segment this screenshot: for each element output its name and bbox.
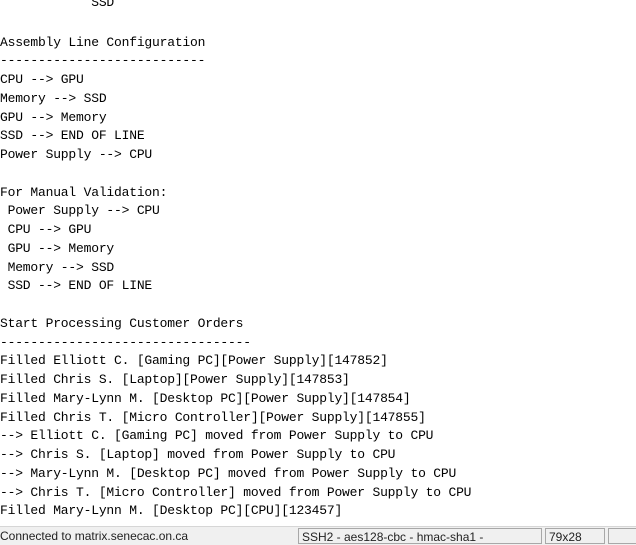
terminal-line: Filled Mary-Lynn M. [Desktop PC][CPU][12…	[0, 503, 343, 518]
terminal-line: --> Chris S. [Laptop] moved from Power S…	[0, 447, 396, 462]
terminal-line: For Manual Validation:	[0, 185, 168, 200]
terminal-line: GPU --> Memory	[0, 110, 107, 125]
terminal-line: Start Processing Customer Orders	[0, 316, 244, 331]
terminal-line: Power Supply --> CPU	[0, 147, 153, 162]
terminal-line: SSD --> END OF LINE	[0, 278, 153, 293]
terminal-line: SSD	[0, 0, 115, 10]
status-pane-extra	[608, 528, 636, 544]
terminal-line: Power Supply --> CPU	[0, 203, 160, 218]
connection-status: Connected to matrix.senecac.on.ca	[0, 529, 189, 543]
terminal-line: CPU --> GPU	[0, 72, 84, 87]
terminal-line: Filled Mary-Lynn M. [Desktop PC][Power S…	[0, 391, 411, 406]
terminal-size: 79x28	[545, 528, 605, 544]
terminal-line: ---------------------------------	[0, 335, 251, 350]
terminal-line: SSD --> END OF LINE	[0, 128, 145, 143]
terminal-line: Memory --> SSD	[0, 91, 107, 106]
terminal-line: Memory --> SSD	[0, 260, 115, 275]
terminal-line: GPU --> Memory	[0, 241, 115, 256]
terminal-line: ---------------------------	[0, 53, 206, 68]
status-bar: Connected to matrix.senecac.on.ca SSH2 -…	[0, 526, 636, 545]
terminal-line: --> Chris T. [Micro Controller] moved fr…	[0, 485, 472, 500]
terminal-line: Filled Elliott C. [Gaming PC][Power Supp…	[0, 353, 388, 368]
terminal-window[interactable]: SSD Assembly Line Configuration --------…	[0, 0, 636, 526]
terminal-line: --> Mary-Lynn M. [Desktop PC] moved from…	[0, 466, 457, 481]
cipher-info: SSH2 - aes128-cbc - hmac-sha1 -	[298, 528, 542, 544]
terminal-line: CPU --> GPU	[0, 222, 92, 237]
terminal-line: Assembly Line Configuration	[0, 35, 206, 50]
terminal-line: Filled Chris T. [Micro Controller][Power…	[0, 410, 426, 425]
terminal-line: --> Elliott C. [Gaming PC] moved from Po…	[0, 428, 434, 443]
terminal-line: Filled Chris S. [Laptop][Power Supply][1…	[0, 372, 350, 387]
